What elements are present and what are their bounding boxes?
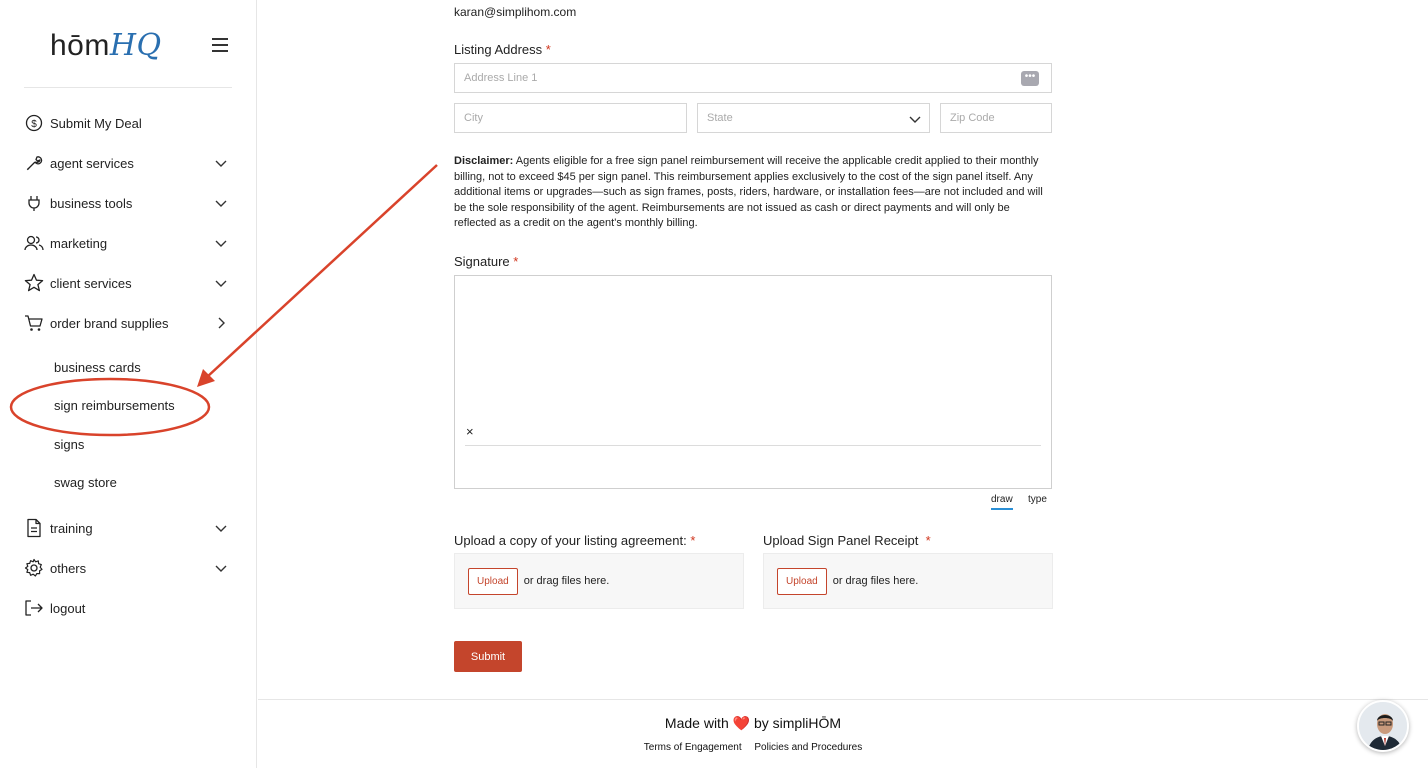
cart-icon <box>24 313 44 333</box>
chevron-right-icon[interactable] <box>214 316 228 330</box>
sidebar-item-others[interactable]: others <box>24 556 232 580</box>
upload-sign-receipt-label: Upload Sign Panel Receipt * <box>763 533 931 548</box>
upload-listing-agreement-button[interactable]: Upload <box>468 567 518 595</box>
chat-avatar[interactable] <box>1357 700 1409 752</box>
chevron-down-icon <box>909 116 921 123</box>
address-placeholder: Address Line 1 <box>464 72 538 84</box>
zip-placeholder: Zip Code <box>950 112 995 124</box>
chevron-down-icon[interactable] <box>214 276 228 290</box>
user-email: karan@simplihom.com <box>454 5 577 19</box>
policies-link[interactable]: Policies and Procedures <box>754 742 862 753</box>
dollar-circle-icon: $ <box>24 113 44 133</box>
signature-tab-draw[interactable]: draw <box>991 494 1013 510</box>
chevron-down-icon[interactable] <box>214 156 228 170</box>
star-icon <box>24 273 44 293</box>
sidebar-item-label: logout <box>50 600 86 616</box>
autofill-dots-icon[interactable]: ••• <box>1021 71 1039 86</box>
sidebar-item-label: agent services <box>50 155 134 171</box>
sidebar-item-label: training <box>50 520 93 536</box>
signature-line <box>465 445 1041 446</box>
chevron-down-icon[interactable] <box>214 561 228 575</box>
listing-agreement-dropzone[interactable]: Upload or drag files here. <box>454 553 744 609</box>
sidebar-item-label: Submit My Deal <box>50 115 142 131</box>
sidebar-item-marketing[interactable]: marketing <box>24 231 232 255</box>
sidebar-item-order-brand-supplies[interactable]: order brand supplies <box>24 311 232 335</box>
terms-link[interactable]: Terms of Engagement <box>644 742 742 753</box>
sidebar-divider <box>24 87 232 88</box>
sidebar-subitem-business-cards[interactable]: business cards <box>54 360 141 375</box>
sidebar-item-submit-my-deal[interactable]: $ Submit My Deal <box>24 111 232 135</box>
sidebar-subitem-swag-store[interactable]: swag store <box>54 475 117 490</box>
city-input[interactable]: City <box>454 103 687 133</box>
plug-icon <box>24 193 44 213</box>
sidebar-subitem-sign-reimbursements[interactable]: sign reimbursements <box>54 398 175 413</box>
drag-hint: or drag files here. <box>832 575 919 587</box>
submit-button[interactable]: Submit <box>454 641 522 672</box>
state-select[interactable]: State <box>697 103 930 133</box>
signature-pad[interactable]: × <box>454 275 1052 489</box>
document-icon <box>24 518 44 538</box>
wrench-icon <box>24 153 44 173</box>
chevron-down-icon[interactable] <box>214 236 228 250</box>
sidebar-item-label: client services <box>50 275 132 291</box>
hamburger-menu-icon[interactable] <box>212 38 228 52</box>
users-icon <box>24 233 44 253</box>
sidebar-item-logout[interactable]: logout <box>24 596 232 620</box>
upload-listing-agreement-label: Upload a copy of your listing agreement:… <box>454 533 696 548</box>
city-placeholder: City <box>464 112 483 124</box>
gear-icon <box>24 558 44 578</box>
footer-links: Terms of Engagement Policies and Procedu… <box>258 742 1248 753</box>
sidebar-subitem-signs[interactable]: signs <box>54 437 84 452</box>
homhq-logo[interactable]: hōmHQ <box>50 28 162 63</box>
disclaimer-body: Agents eligible for a free sign panel re… <box>454 155 1043 230</box>
signature-label: Signature * <box>454 254 519 269</box>
disclaimer-text: Disclaimer: Agents eligible for a free s… <box>454 154 1044 232</box>
sidebar-item-label: business tools <box>50 195 133 211</box>
state-placeholder: State <box>707 112 733 124</box>
disclaimer-title: Disclaimer: <box>454 155 514 167</box>
upload-sign-receipt-button[interactable]: Upload <box>777 567 827 595</box>
sidebar-item-training[interactable]: training <box>24 516 232 540</box>
footer: Made with ❤️ by simpliHŌM Terms of Engag… <box>258 699 1428 768</box>
sidebar-item-label: order brand supplies <box>50 315 169 331</box>
zip-code-input[interactable]: Zip Code <box>940 103 1052 133</box>
sidebar-item-business-tools[interactable]: business tools <box>24 191 232 215</box>
sidebar-item-client-services[interactable]: client services <box>24 271 232 295</box>
listing-address-label: Listing Address * <box>454 42 551 57</box>
drag-hint: or drag files here. <box>523 575 610 587</box>
sidebar-item-label: marketing <box>50 235 108 251</box>
svg-text:$: $ <box>31 119 37 130</box>
sidebar-item-agent-services[interactable]: agent services <box>24 151 232 175</box>
signature-tab-type[interactable]: type <box>1028 494 1047 505</box>
heart-icon: ❤️ <box>732 715 751 731</box>
sign-receipt-dropzone[interactable]: Upload or drag files here. <box>763 553 1053 609</box>
sidebar: hōmHQ $ Submit My Deal agent services bu… <box>0 0 257 768</box>
logout-icon <box>24 598 44 618</box>
chevron-down-icon[interactable] <box>214 521 228 535</box>
address-line-1-input[interactable]: Address Line 1 ••• <box>454 63 1052 93</box>
footer-made-with: Made with ❤️ by simpliHŌM <box>664 715 842 731</box>
main-content: karan@simplihom.com Listing Address * Ad… <box>258 0 1428 700</box>
sidebar-item-label: others <box>50 560 87 576</box>
signature-x-mark: × <box>466 424 474 439</box>
chevron-down-icon[interactable] <box>214 196 228 210</box>
